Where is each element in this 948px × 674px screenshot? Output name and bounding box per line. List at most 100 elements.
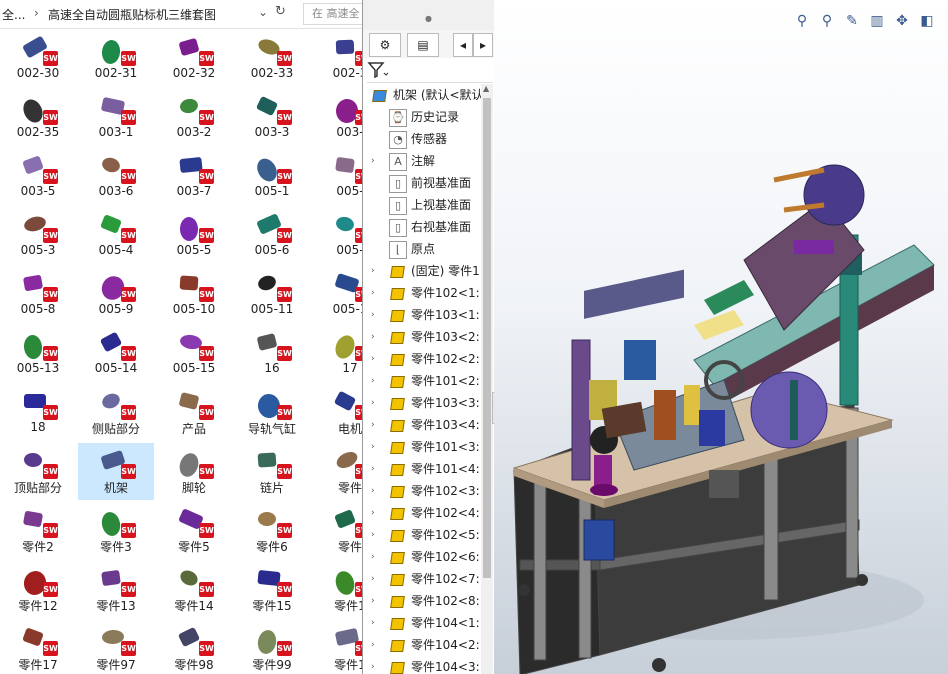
tree-node[interactable]: › 零件101<4: [363,458,481,480]
file-item[interactable]: SW 零件2 [0,502,76,559]
file-item[interactable]: SW 零件99 [234,620,310,674]
file-item[interactable]: SW 005-4 [78,207,154,264]
tab-scroll-left[interactable]: ◂ [453,33,473,57]
file-item[interactable]: SW 零件6 [234,502,310,559]
file-item[interactable]: SW 零件98 [156,620,232,674]
machine-model[interactable] [494,0,948,674]
tab-scroll-right[interactable]: ▸ [473,33,493,57]
tree-node[interactable]: › 零件103<2: [363,326,481,348]
file-item[interactable]: SW 零件 [312,502,362,559]
tree-node[interactable]: › 零件102<6: [363,546,481,568]
file-item[interactable]: SW 005-11 [234,266,310,323]
file-item[interactable]: SW 005-3 [0,207,76,264]
file-item[interactable]: SW005- [312,148,362,205]
tree-node[interactable]: › 零件101<2: [363,370,481,392]
file-item[interactable]: SW 零件5 [156,502,232,559]
file-item[interactable]: SW 机架 [78,443,154,500]
address-bar[interactable]: 全... › 高速全自动圆瓶贴标机三维套图 ⌄ ↻ 在 高速全 [0,0,362,29]
scroll-up-icon[interactable]: ▲ [483,84,489,93]
file-item[interactable]: SW 零件1 [312,620,362,674]
tree-node[interactable]: ⌚ 历史记录 [363,106,481,128]
file-item[interactable]: SW 005-13 [0,325,76,382]
expand-arrow-icon[interactable]: › [371,348,375,370]
tree-node[interactable]: › 零件102<2: [363,348,481,370]
file-item[interactable]: SW17 [312,325,362,382]
search-input[interactable]: 在 高速全 [303,3,362,25]
expand-arrow-icon[interactable]: › [371,590,375,612]
file-item[interactable]: SW 零件 [312,443,362,500]
file-item[interactable]: SW 005-14 [78,325,154,382]
file-item[interactable]: SW 002-35 [0,89,76,146]
file-item[interactable]: SW 002-31 [78,30,154,87]
tree-node[interactable]: › 零件103<3: [363,392,481,414]
breadcrumb-current[interactable]: 高速全自动圆瓶贴标机三维套图 [48,6,216,23]
tree-node[interactable]: › 零件102<8: [363,590,481,612]
file-item[interactable]: SW 零件3 [78,502,154,559]
file-item[interactable]: SW 18 [0,384,76,441]
file-item[interactable]: SW 零件17 [0,620,76,674]
file-item[interactable]: SW 零件13 [78,561,154,618]
tree-node[interactable]: ▯ 右视基准面 [363,216,481,238]
file-item[interactable]: SW 零件14 [156,561,232,618]
expand-arrow-icon[interactable]: › [371,568,375,590]
expand-arrow-icon[interactable]: › [371,326,375,348]
file-item[interactable]: SW 003-2 [156,89,232,146]
file-item[interactable]: SW 电机 [312,384,362,441]
file-item[interactable]: SW 003-3 [234,89,310,146]
file-item[interactable]: SW 零件97 [78,620,154,674]
file-item[interactable]: SW 002-30 [0,30,76,87]
file-item[interactable]: SW005-1 [234,148,310,205]
tab-feature-tree[interactable]: ⚙ [369,33,401,57]
tree-node[interactable]: ◔ 传感器 [363,128,481,150]
tree-node[interactable]: › 零件104<2: [363,634,481,656]
file-item[interactable]: SW 零件12 [0,561,76,618]
expand-arrow-icon[interactable]: › [371,414,375,436]
file-item[interactable]: SW003- [312,89,362,146]
file-item[interactable]: SW 零件1 [312,561,362,618]
tree-node[interactable]: › 零件103<4: [363,414,481,436]
file-item[interactable]: SW 005-10 [156,266,232,323]
file-item[interactable]: SW 003-7 [156,148,232,205]
file-item[interactable]: SW 005-9 [78,266,154,323]
tree-node[interactable]: › 零件104<1: [363,612,481,634]
file-item[interactable]: SW 005-15 [156,325,232,382]
expand-arrow-icon[interactable]: › [371,304,375,326]
file-item[interactable]: SW 005-8 [0,266,76,323]
tree-node[interactable]: › 零件102<1: [363,282,481,304]
expand-arrow-icon[interactable]: › [371,656,375,674]
file-item[interactable]: SW 链片 [234,443,310,500]
file-item[interactable]: SW 顶贴部分 [0,443,76,500]
file-item[interactable]: SW005-1 [312,266,362,323]
tree-node[interactable]: ▯ 上视基准面 [363,194,481,216]
expand-arrow-icon[interactable]: › [371,370,375,392]
feature-tree-scrollbar[interactable]: ▲ [481,84,493,674]
tree-node[interactable]: › (固定) 零件1 [363,260,481,282]
expand-arrow-icon[interactable]: › [371,436,375,458]
chevron-down-icon[interactable]: ⌄ [258,5,268,19]
tree-node[interactable]: › 零件102<4: [363,502,481,524]
tree-node[interactable]: ⌊ 原点 [363,238,481,260]
file-item[interactable]: SW002-3 [312,30,362,87]
file-item[interactable]: SW 脚轮 [156,443,232,500]
expand-arrow-icon[interactable]: › [371,524,375,546]
tree-node[interactable]: › 零件102<5: [363,524,481,546]
expand-arrow-icon[interactable]: › [371,458,375,480]
tree-node[interactable]: › 零件103<1: [363,304,481,326]
file-item[interactable]: SW 003-6 [78,148,154,205]
scroll-thumb[interactable] [483,98,491,578]
file-item[interactable]: SW 003-1 [78,89,154,146]
expand-arrow-icon[interactable]: › [371,282,375,304]
file-item[interactable]: SW 16 [234,325,310,382]
file-item[interactable]: SW 002-32 [156,30,232,87]
file-item[interactable]: SW 侧贴部分 [78,384,154,441]
drag-handle-icon[interactable]: ● [425,14,432,23]
file-item[interactable]: SW 003-5 [0,148,76,205]
file-item[interactable]: SW 产品 [156,384,232,441]
file-item[interactable]: SW 005-5 [156,207,232,264]
file-item[interactable]: SW 002-33 [234,30,310,87]
expand-arrow-icon[interactable]: › [371,634,375,656]
tab-property-manager[interactable]: ▤ [407,33,439,57]
expand-arrow-icon[interactable]: › [371,480,375,502]
expand-arrow-icon[interactable]: › [371,546,375,568]
tree-node[interactable]: › 零件104<3: [363,656,481,674]
